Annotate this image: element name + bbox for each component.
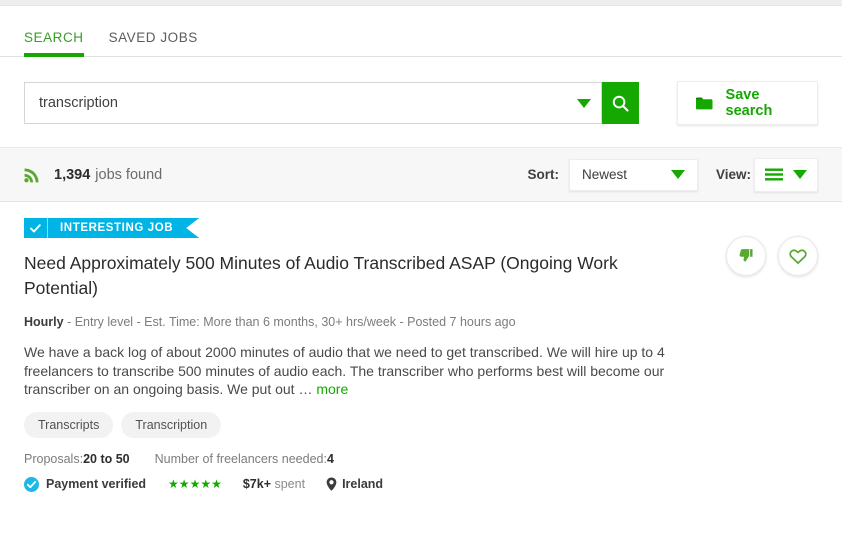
client-location-label: Ireland	[342, 477, 384, 491]
job-stats: Proposals: 20 to 50 Number of freelancer…	[24, 452, 818, 466]
tab-bar: SEARCH SAVED JOBS	[0, 6, 842, 57]
view-label: View:	[716, 167, 752, 182]
search-input[interactable]	[25, 83, 567, 123]
client-spent-suffix: spent	[271, 477, 306, 491]
job-card[interactable]: INTERESTING JOB Need Approximately 500 M…	[0, 202, 842, 492]
job-tags: Transcripts Transcription	[24, 411, 818, 438]
jobs-found-label: jobs found	[95, 166, 163, 183]
map-pin-icon	[326, 477, 337, 491]
freelancers-needed-label: Number of freelancers needed:	[154, 451, 327, 466]
job-meta-rest: - Entry level - Est. Time: More than 6 m…	[63, 315, 516, 329]
results-summary-bar: 1,394 jobs found Sort: Newest View:	[0, 147, 842, 202]
job-meta: Hourly - Entry level - Est. Time: More t…	[24, 315, 818, 329]
jobs-found-count: 1,394	[54, 166, 91, 183]
list-lines-icon	[765, 168, 783, 181]
client-info: Payment verified ★★★★★ $7k+ spent Irelan…	[24, 476, 818, 492]
chevron-down-icon	[577, 98, 591, 108]
view-dropdown[interactable]	[754, 157, 818, 192]
job-title[interactable]: Need Approximately 500 Minutes of Audio …	[24, 251, 664, 301]
interesting-job-badge-label: INTERESTING JOB	[60, 222, 174, 234]
proposals-value: 20 to 50	[83, 451, 130, 466]
save-search-label: Save search	[725, 87, 773, 119]
search-submit-button[interactable]	[602, 82, 640, 124]
job-description: We have a back log of about 2000 minutes…	[24, 343, 676, 399]
job-actions	[726, 236, 818, 276]
interesting-job-badge: INTERESTING JOB	[24, 218, 200, 238]
heart-icon	[789, 248, 807, 264]
search-region: Save search	[0, 57, 842, 147]
proposals-label: Proposals:	[24, 451, 84, 466]
client-spent: $7k+ spent	[243, 477, 305, 491]
job-type: Hourly	[24, 315, 64, 329]
results-controls: Sort: Newest View:	[527, 157, 818, 192]
client-rating-stars: ★★★★★	[168, 477, 222, 491]
chevron-down-icon	[793, 170, 807, 179]
save-search-button[interactable]: Save search	[677, 81, 818, 125]
verified-check-icon	[24, 476, 39, 492]
search-box	[24, 82, 602, 124]
job-tag[interactable]: Transcripts	[24, 411, 114, 438]
tab-search[interactable]: SEARCH	[24, 30, 84, 57]
rss-icon[interactable]	[24, 166, 41, 183]
freelancers-needed-value: 4	[326, 451, 334, 466]
client-location: Ireland	[326, 477, 383, 491]
dislike-button[interactable]	[726, 236, 766, 276]
search-history-dropdown-button[interactable]	[567, 98, 601, 108]
tab-saved-jobs[interactable]: SAVED JOBS	[109, 30, 198, 56]
thumbs-down-icon	[739, 248, 753, 261]
check-icon	[24, 218, 48, 238]
client-spent-amount: $7k+	[242, 477, 271, 491]
search-icon	[612, 95, 629, 112]
folder-icon	[696, 97, 713, 109]
payment-verified-label: Payment verified	[46, 477, 147, 491]
save-job-button[interactable]	[778, 236, 818, 276]
job-description-more-link[interactable]: more	[316, 381, 348, 397]
job-tag[interactable]: Transcription	[121, 411, 222, 438]
chevron-down-icon	[671, 170, 685, 179]
sort-label: Sort:	[527, 167, 560, 182]
jobs-found-group: 1,394 jobs found	[24, 166, 162, 183]
sort-selected-value: Newest	[582, 167, 628, 182]
sort-dropdown[interactable]: Newest	[569, 158, 698, 191]
